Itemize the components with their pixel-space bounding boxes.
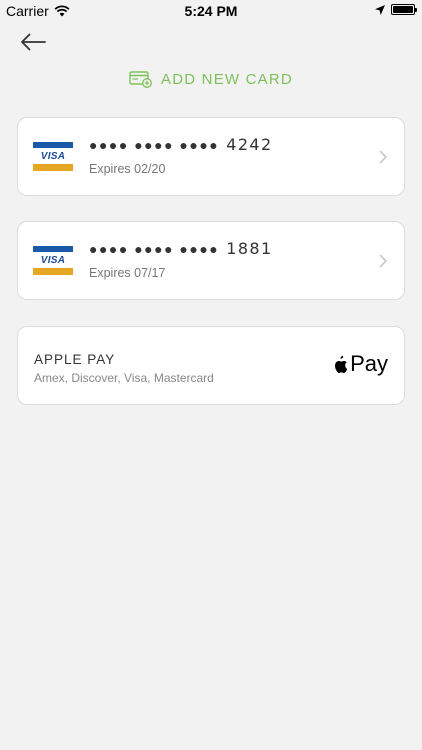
saved-card-item[interactable]: VISA ●●●● ●●●● ●●●● 1881 Expires 07/17 [17,221,405,300]
apple-pay-logo-text: Pay [350,351,388,376]
add-new-card-button[interactable]: ADD NEW CARD [0,68,422,90]
add-new-card-label: ADD NEW CARD [161,70,293,88]
status-bar: Carrier 5:24 PM [0,0,422,22]
card-last-four: 4242 [226,135,273,154]
card-masked-digits: ●●●● ●●●● ●●●● [89,240,220,257]
card-number: ●●●● ●●●● ●●●● 1881 [89,239,273,258]
card-expiry: Expires 07/17 [89,266,166,280]
visa-card-icon: VISA [33,246,73,275]
card-expiry: Expires 02/20 [89,162,166,176]
location-arrow-icon [375,4,385,15]
back-button[interactable] [18,30,48,54]
apple-pay-title: APPLE PAY [34,352,116,367]
arrow-left-icon [21,33,46,51]
apple-pay-option[interactable]: APPLE PAY Amex, Discover, Visa, Masterca… [17,326,405,405]
status-right [375,4,417,15]
battery-icon [391,4,417,15]
chevron-right-icon [379,254,388,268]
saved-card-item[interactable]: VISA ●●●● ●●●● ●●●● 4242 Expires 02/20 [17,117,405,196]
card-add-icon [129,71,152,88]
apple-pay-subtitle: Amex, Discover, Visa, Mastercard [34,371,214,385]
apple-pay-logo: Pay [332,351,388,377]
card-masked-digits: ●●●● ●●●● ●●●● [89,136,220,153]
visa-card-icon: VISA [33,142,73,171]
status-time: 5:24 PM [184,3,238,19]
chevron-right-icon [379,150,388,164]
apple-icon [335,355,348,373]
card-last-four: 1881 [226,239,273,258]
card-number: ●●●● ●●●● ●●●● 4242 [89,135,273,154]
